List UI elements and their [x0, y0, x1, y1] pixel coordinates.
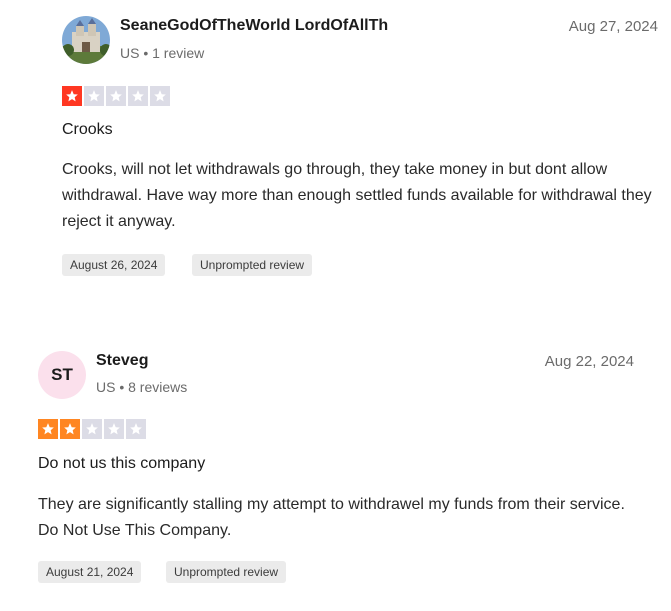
star-empty-icon [84, 86, 104, 106]
review-type-tag[interactable]: Unprompted review [166, 561, 287, 583]
review-card: ST Steveg US • 8 reviews Aug 22, 2024 Do… [38, 335, 648, 595]
reviewer-meta: US • 8 reviews [96, 379, 188, 395]
experience-date-tag: August 21, 2024 [38, 561, 142, 583]
star-empty-icon [106, 86, 126, 106]
star-empty-icon [150, 86, 170, 106]
review-date: Aug 22, 2024 [544, 353, 634, 370]
review-date: Aug 27, 2024 [568, 18, 658, 35]
review-body: Crooks, will not let withdrawals go thro… [62, 161, 652, 230]
star-empty-icon [82, 419, 102, 439]
avatar-photo-image [62, 16, 110, 64]
star-filled-icon [60, 419, 80, 439]
star-filled-icon [38, 419, 58, 439]
review-type-tag[interactable]: Unprompted review [192, 254, 313, 276]
reviewer-name[interactable]: SeaneGodOfTheWorld LordOfAllTh [120, 17, 388, 35]
star-empty-icon [126, 419, 146, 439]
star-rating [62, 86, 170, 106]
star-empty-icon [104, 419, 124, 439]
review-title[interactable]: Crooks [62, 121, 113, 139]
star-empty-icon [128, 86, 148, 106]
star-filled-icon [62, 86, 82, 106]
reviewer-avatar[interactable] [62, 16, 110, 64]
review-body: They are significantly stalling my attem… [38, 496, 625, 539]
reviewer-avatar[interactable]: ST [38, 351, 86, 399]
review-title[interactable]: Do not us this company [38, 455, 205, 473]
reviewer-name[interactable]: Steveg [96, 352, 148, 370]
experience-date-tag: August 26, 2024 [62, 254, 166, 276]
review-card: SeaneGodOfTheWorld LordOfAllTh US • 1 re… [62, 0, 662, 290]
reviewer-meta: US • 1 review [120, 45, 205, 61]
star-rating [38, 419, 146, 439]
